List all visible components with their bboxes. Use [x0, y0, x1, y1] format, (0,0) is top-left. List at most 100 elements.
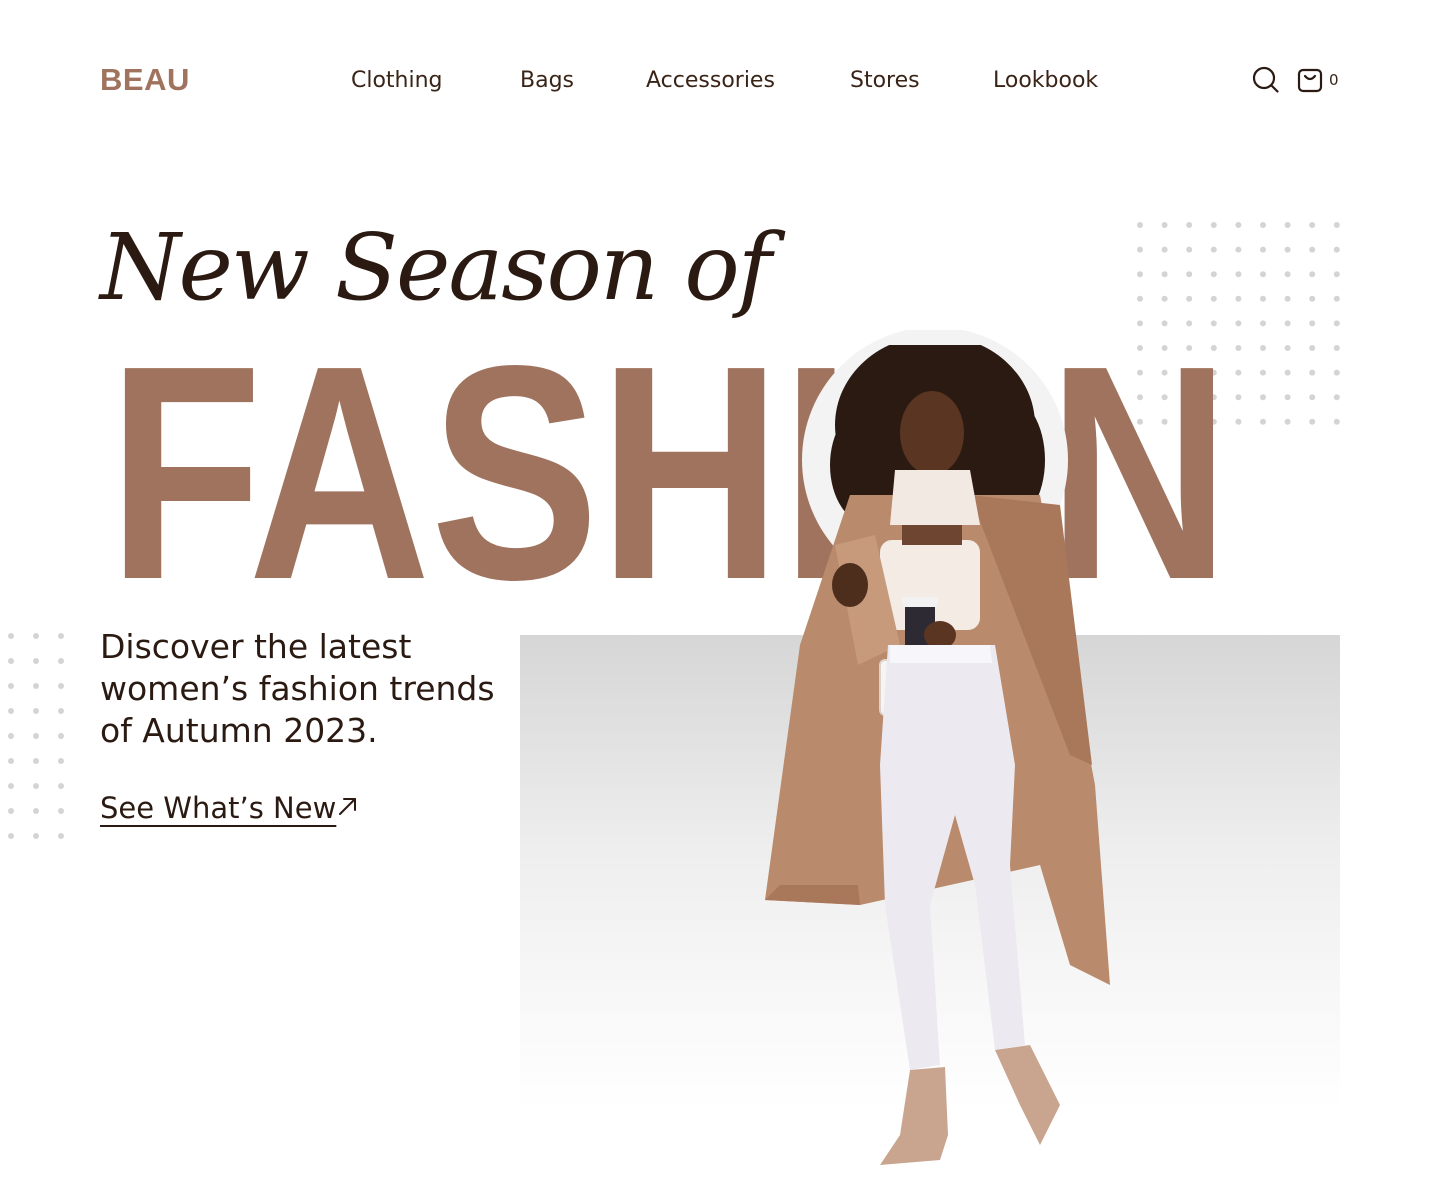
- decor-dot: [1284, 320, 1291, 327]
- decor-dot: [1260, 418, 1266, 425]
- decor-dot: [58, 658, 64, 664]
- hero-description: Discover the latest women’s fashion tren…: [100, 626, 520, 752]
- decor-dot: [1284, 345, 1291, 351]
- decor-dot: [33, 633, 39, 639]
- decor-dot: [1333, 222, 1340, 228]
- decor-dot: [33, 658, 39, 664]
- decor-dot: [1333, 345, 1340, 351]
- decor-dot: [58, 733, 64, 739]
- cart-count: 0: [1329, 71, 1339, 89]
- hero-description-line: Discover the latest: [100, 627, 412, 666]
- decor-dot: [1333, 295, 1340, 302]
- decor-dot: [58, 758, 64, 764]
- decor-dot: [1161, 320, 1168, 327]
- decor-dot: [1137, 320, 1143, 327]
- decor-dot: [1284, 394, 1291, 401]
- decor-dot: [1137, 271, 1143, 278]
- decor-dot: [1137, 246, 1143, 253]
- decor-dot: [1210, 222, 1217, 228]
- decor-dot: [1284, 295, 1291, 302]
- decor-dot: [1161, 246, 1168, 253]
- decor-dot: [58, 833, 64, 839]
- decor-dot: [1284, 369, 1291, 376]
- decor-dot: [1186, 271, 1193, 278]
- decor-dot: [1137, 222, 1143, 228]
- shopping-bag-icon[interactable]: [1296, 66, 1324, 94]
- decor-dot: [1309, 418, 1316, 425]
- decor-dot: [1333, 369, 1340, 376]
- decor-dot: [8, 733, 14, 739]
- decor-dot: [1210, 320, 1217, 327]
- hero-description-line: of Autumn 2023.: [100, 711, 378, 750]
- decor-dot: [33, 833, 39, 839]
- decor-dot: [1333, 394, 1340, 401]
- site-header: BEAU Clothing Bags Accessories Stores Lo…: [0, 0, 1440, 160]
- decor-dot: [8, 783, 14, 789]
- nav-item-stores[interactable]: Stores: [850, 64, 920, 98]
- decor-dot: [33, 758, 39, 764]
- decor-dot: [58, 683, 64, 689]
- decor-dot: [1284, 246, 1291, 253]
- decor-dot: [1309, 369, 1316, 376]
- decor-dot: [8, 633, 14, 639]
- decor-dot: [1260, 271, 1266, 278]
- decor-dot: [1235, 271, 1242, 278]
- nav-item-accessories[interactable]: Accessories: [646, 64, 775, 98]
- decor-dot: [33, 808, 39, 814]
- decor-dot: [8, 683, 14, 689]
- decor-dot: [1161, 271, 1168, 278]
- decor-dot: [1210, 271, 1217, 278]
- decor-dot: [1137, 295, 1143, 302]
- decor-dot: [1260, 320, 1266, 327]
- decor-dot: [1309, 394, 1316, 401]
- decor-dot: [1260, 295, 1266, 302]
- decor-dot: [1235, 295, 1242, 302]
- search-icon[interactable]: [1252, 66, 1280, 94]
- decor-dot: [1260, 345, 1266, 351]
- decor-dot: [33, 683, 39, 689]
- model-photo: [765, 345, 1110, 1165]
- decor-dot: [1333, 246, 1340, 253]
- decor-dot: [1161, 222, 1168, 228]
- decor-dot: [1235, 320, 1242, 327]
- decor-dot: [1333, 418, 1340, 425]
- decor-dot: [1161, 295, 1168, 302]
- decor-dot: [1284, 222, 1291, 228]
- decor-dot: [58, 808, 64, 814]
- decor-dot: [1260, 394, 1266, 401]
- decor-dot: [8, 833, 14, 839]
- decor-dot: [1260, 246, 1266, 253]
- decor-dot: [33, 708, 39, 714]
- decor-dot: [1186, 295, 1193, 302]
- arrow-up-right-icon[interactable]: [337, 795, 359, 817]
- decor-dot: [1309, 271, 1316, 278]
- decor-dot: [58, 633, 64, 639]
- decor-dot: [1210, 295, 1217, 302]
- decor-dot: [1284, 418, 1291, 425]
- hero-description-line: women’s fashion trends: [100, 669, 495, 708]
- see-whats-new-link[interactable]: See What’s New: [100, 788, 336, 828]
- nav-item-clothing[interactable]: Clothing: [351, 64, 443, 98]
- dot-pattern-left: [8, 633, 68, 845]
- decor-dot: [1260, 369, 1266, 376]
- brand-logo[interactable]: BEAU: [100, 60, 190, 100]
- decor-dot: [1210, 246, 1217, 253]
- decor-dot: [8, 808, 14, 814]
- decor-dot: [8, 758, 14, 764]
- decor-dot: [1333, 271, 1340, 278]
- decor-dot: [1309, 295, 1316, 302]
- decor-dot: [1186, 222, 1193, 228]
- decor-dot: [58, 708, 64, 714]
- hero-script-headline: New Season of: [100, 214, 772, 321]
- decor-dot: [1309, 345, 1316, 351]
- decor-dot: [1309, 222, 1316, 228]
- decor-dot: [1309, 246, 1316, 253]
- decor-dot: [33, 733, 39, 739]
- nav-item-bags[interactable]: Bags: [520, 64, 574, 98]
- decor-dot: [1186, 320, 1193, 327]
- decor-dot: [8, 658, 14, 664]
- decor-dot: [1235, 222, 1242, 228]
- decor-dot: [1186, 246, 1193, 253]
- nav-item-lookbook[interactable]: Lookbook: [993, 64, 1098, 98]
- decor-dot: [1284, 271, 1291, 278]
